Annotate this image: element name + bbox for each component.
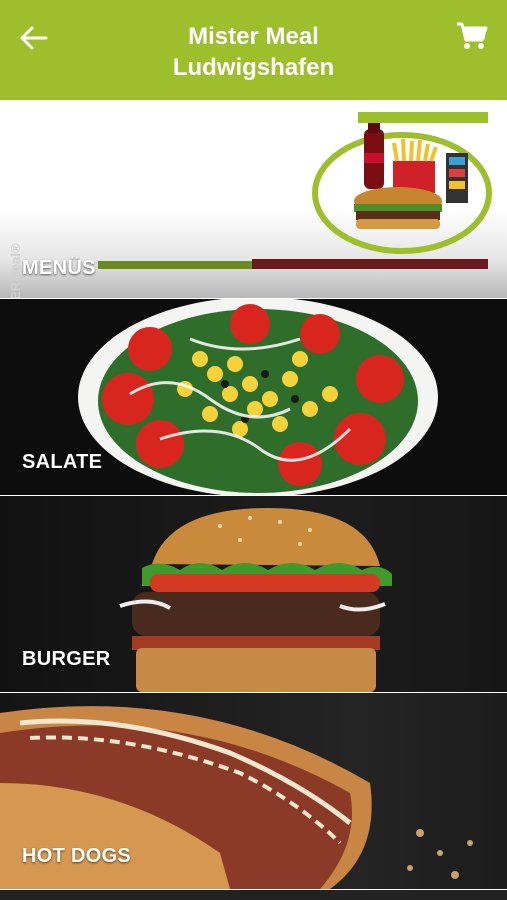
page-title: Mister Meal (188, 23, 319, 50)
category-label-hot-dogs: HOT DOGS (22, 845, 132, 867)
category-tile-hot-dogs[interactable]: HOT DOGS (0, 692, 507, 889)
category-tile-burger[interactable]: BURGER (0, 495, 507, 692)
app-header: Mister Meal Ludwigshafen (0, 0, 507, 100)
brand-watermark: MISTERMeal® (8, 243, 23, 298)
category-label-menus: MENÜS (22, 257, 96, 279)
category-label-salate: SALATE (22, 451, 103, 473)
back-button[interactable] (18, 22, 50, 54)
arrow-left-icon (20, 26, 48, 50)
shopping-cart-icon (457, 22, 488, 49)
category-tile-menus[interactable]: MISTERMeal® MENÜS (0, 100, 507, 298)
category-tile-salate[interactable]: SALATE (0, 298, 507, 495)
category-tile-next-partial[interactable] (0, 889, 507, 900)
page-subtitle: Ludwigshafen (172, 54, 335, 81)
category-label-burger: BURGER (22, 648, 111, 670)
cart-button[interactable] (456, 20, 488, 52)
